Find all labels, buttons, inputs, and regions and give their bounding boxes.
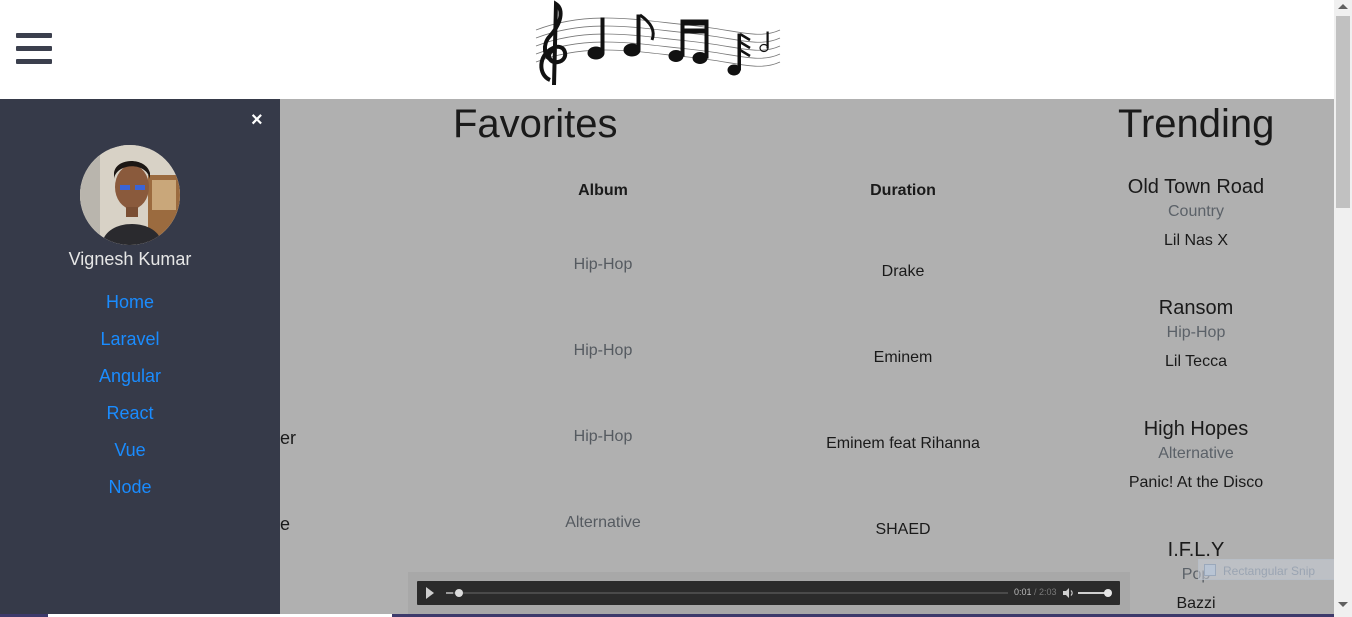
favorites-title: Favorites <box>453 102 618 146</box>
row-album: Hip-Hop <box>573 256 633 273</box>
row-duration: Eminem <box>873 349 933 366</box>
trending-title: Trending <box>1118 102 1275 146</box>
trending-item[interactable]: High Hopes Alternative Panic! At the Dis… <box>1096 417 1296 493</box>
trending-song-genre: Country <box>1167 203 1225 220</box>
trending-song-artist: Lil Nas X <box>1163 232 1229 249</box>
volume-thumb[interactable] <box>1104 589 1113 597</box>
sidebar-item-home[interactable]: Home <box>0 292 260 313</box>
scroll-up-icon[interactable] <box>1338 4 1348 9</box>
trending-song-artist: Panic! At the Disco <box>1128 474 1264 491</box>
time-separator: / <box>1031 587 1040 597</box>
column-header-album: Album <box>578 182 628 199</box>
audio-player[interactable]: 0:01 / 2:03 <box>417 581 1120 605</box>
volume-icon[interactable] <box>1062 587 1074 599</box>
row-album: Hip-Hop <box>573 342 633 359</box>
scrollbar[interactable] <box>1334 0 1352 617</box>
trending-item[interactable]: Ransom Hip-Hop Lil Tecca <box>1096 296 1296 372</box>
play-icon[interactable] <box>426 587 434 599</box>
trending-song-title: High Hopes <box>1143 418 1249 440</box>
sidebar-item-angular[interactable]: Angular <box>0 366 260 387</box>
sidebar-item-laravel[interactable]: Laravel <box>0 329 260 350</box>
snip-icon <box>1204 564 1216 576</box>
scroll-thumb[interactable] <box>1336 16 1350 208</box>
sidebar: × Vignesh Kumar Home Laravel Angular Rea… <box>0 99 280 617</box>
trending-song-title: Old Town Road <box>1127 176 1265 198</box>
trending-song-genre: Alternative <box>1158 445 1234 462</box>
seek-progress <box>446 592 453 594</box>
row-album: Hip-Hop <box>573 428 633 445</box>
seek-bar[interactable] <box>446 589 1008 597</box>
trending-song-title: Ransom <box>1158 297 1234 319</box>
row-duration: SHAED <box>875 521 931 538</box>
avatar <box>80 145 180 245</box>
hamburger-icon[interactable] <box>16 33 52 65</box>
current-time: 0:01 <box>1014 587 1032 597</box>
row-duration: Eminem feat Rihanna <box>826 435 980 452</box>
sidebar-item-vue[interactable]: Vue <box>0 440 260 461</box>
column-header-duration: Duration <box>870 182 936 199</box>
header <box>0 0 1334 99</box>
sidebar-item-react[interactable]: React <box>0 403 260 424</box>
row-title-fragment: e <box>280 514 291 534</box>
row-album: Alternative <box>565 514 641 531</box>
row-duration: Drake <box>881 263 925 280</box>
user-name: Vignesh Kumar <box>68 249 192 269</box>
row-title-fragment: er <box>280 428 297 448</box>
seek-thumb[interactable] <box>454 589 463 597</box>
time-display: 0:01 / 2:03 <box>1014 587 1057 597</box>
close-icon[interactable]: × <box>251 109 263 132</box>
trending-song-genre: Hip-Hop <box>1166 324 1226 341</box>
audio-player-container: 0:01 / 2:03 <box>408 572 1130 617</box>
total-time: 2:03 <box>1039 587 1057 597</box>
scroll-down-icon[interactable] <box>1338 602 1348 607</box>
sidebar-item-node[interactable]: Node <box>0 477 260 498</box>
trending-song-artist: Lil Tecca <box>1165 353 1227 370</box>
music-notes-logo <box>535 0 781 86</box>
snip-tooltip: Rectangular Snip <box>1198 559 1338 580</box>
volume-slider[interactable] <box>1078 589 1113 597</box>
snip-label: Rectangular Snip <box>1223 564 1316 578</box>
trending-item[interactable]: Old Town Road Country Lil Nas X <box>1096 175 1296 251</box>
